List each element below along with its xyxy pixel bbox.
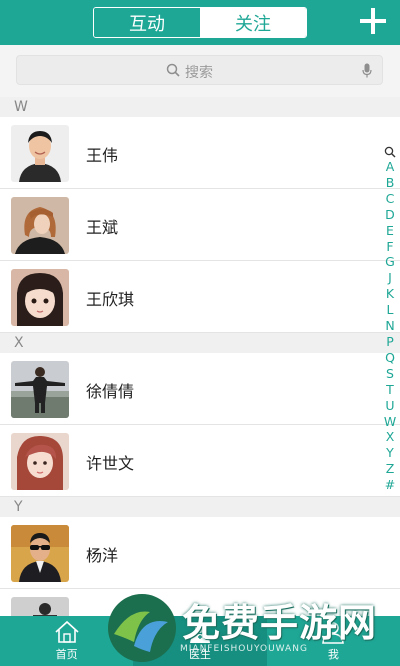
tab-following[interactable]: 关注 xyxy=(200,8,306,37)
section-header-w: W xyxy=(0,97,400,117)
contact-name: 徐倩倩 xyxy=(86,382,135,401)
search-area: 搜索 xyxy=(0,45,400,97)
doctor-icon xyxy=(189,623,210,643)
avatar xyxy=(11,125,69,182)
alphabet-index[interactable]: A B C D E F G J K L N P Q S T U W X Y Z … xyxy=(383,146,397,493)
microphone-icon[interactable] xyxy=(362,63,372,78)
user-icon xyxy=(322,622,345,644)
contact-row[interactable]: 杨洋 xyxy=(0,517,400,589)
index-letter[interactable]: A xyxy=(386,159,395,175)
index-letter[interactable]: G xyxy=(385,254,395,270)
tab-interaction[interactable]: 互动 xyxy=(94,8,200,37)
index-letter[interactable]: P xyxy=(386,334,394,350)
contact-row[interactable]: 王伟 xyxy=(0,117,400,189)
tab-label: 我 xyxy=(327,648,339,661)
section-header-y: Y xyxy=(0,497,400,517)
avatar xyxy=(11,361,69,418)
index-letter[interactable]: S xyxy=(386,366,394,382)
index-letter[interactable]: Q xyxy=(385,350,395,366)
search-icon xyxy=(166,63,180,77)
plus-icon[interactable] xyxy=(360,8,386,34)
contact-name: 许世文 xyxy=(86,454,135,473)
tab-home[interactable]: 首页 xyxy=(0,616,133,666)
search-placeholder: 搜索 xyxy=(185,65,213,81)
avatar xyxy=(11,197,69,254)
contact-row[interactable]: 许世文 xyxy=(0,425,400,497)
tab-doctor[interactable]: 医生 xyxy=(133,616,267,666)
index-letter[interactable]: K xyxy=(386,286,394,302)
avatar xyxy=(11,269,69,326)
contact-list: W 王伟 王斌 王欣琪 X 徐倩倩 许世文 Y 杨洋 xyxy=(0,97,400,661)
index-letter[interactable]: T xyxy=(386,382,394,398)
index-letter[interactable]: E xyxy=(386,223,394,239)
contact-name: 王欣琪 xyxy=(86,290,135,309)
tab-label: 首页 xyxy=(55,648,78,661)
index-letter[interactable]: C xyxy=(386,191,395,207)
index-letter[interactable]: Y xyxy=(386,445,394,461)
bottom-tab-bar: 首页 医生 我 xyxy=(0,616,400,666)
index-letter[interactable]: L xyxy=(387,302,394,318)
index-letter[interactable]: U xyxy=(385,398,394,414)
contact-name: 王斌 xyxy=(86,218,119,237)
home-icon xyxy=(55,620,79,643)
avatar xyxy=(11,525,69,582)
contact-name: 杨洋 xyxy=(86,546,119,565)
tab-label: 医生 xyxy=(188,648,211,661)
search-input[interactable]: 搜索 xyxy=(16,55,383,85)
search-icon[interactable] xyxy=(384,146,396,158)
contact-name: 王伟 xyxy=(86,146,119,165)
index-letter[interactable]: # xyxy=(385,477,395,493)
index-letter[interactable]: B xyxy=(386,175,395,191)
index-letter[interactable]: X xyxy=(386,429,395,445)
tab-me[interactable]: 我 xyxy=(267,616,400,666)
avatar xyxy=(11,433,69,490)
index-letter[interactable]: D xyxy=(385,207,395,223)
section-header-x: X xyxy=(0,333,400,353)
index-letter[interactable]: N xyxy=(385,318,394,334)
contact-row[interactable]: 王欣琪 xyxy=(0,261,400,333)
top-bar: 互动 关注 xyxy=(0,0,400,45)
index-letter[interactable]: J xyxy=(388,270,392,286)
contact-row[interactable]: 王斌 xyxy=(0,189,400,261)
index-letter[interactable]: W xyxy=(384,414,396,430)
index-letter[interactable]: Z xyxy=(386,461,395,477)
index-letter[interactable]: F xyxy=(386,239,393,255)
segmented-control: 互动 关注 xyxy=(93,7,307,38)
contact-row[interactable]: 徐倩倩 xyxy=(0,353,400,425)
